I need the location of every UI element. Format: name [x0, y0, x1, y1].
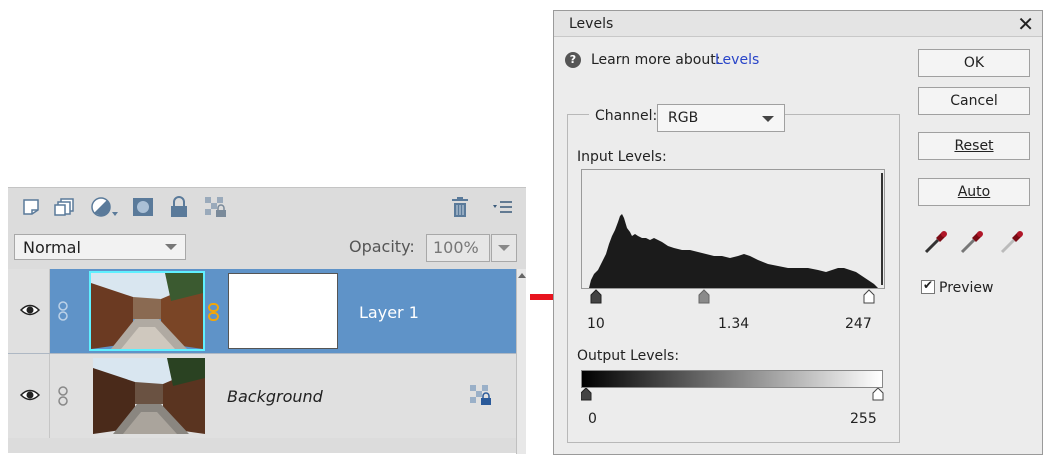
input-white-value[interactable]: 247	[845, 316, 872, 332]
opacity-dropdown-button[interactable]	[491, 234, 517, 262]
layer-name: Layer 1	[359, 303, 419, 322]
close-icon[interactable]: ✕	[1017, 12, 1034, 36]
input-levels-slider[interactable]	[581, 289, 885, 307]
channel-value: RGB	[668, 110, 699, 126]
output-levels-slider[interactable]	[580, 387, 885, 402]
new-layer-icon[interactable]	[20, 196, 42, 218]
layer-mask-icon[interactable]	[132, 196, 154, 218]
layer-row-layer-1[interactable]: Layer 1	[8, 269, 516, 353]
lock-transparency-icon[interactable]	[204, 196, 226, 218]
histogram-clip-line	[881, 173, 883, 285]
visibility-column	[8, 354, 50, 438]
layer-thumbnail[interactable]	[93, 358, 205, 434]
eye-icon[interactable]	[19, 388, 41, 406]
blend-mode-select[interactable]: Normal	[14, 234, 186, 260]
histogram-graph	[589, 214, 878, 288]
help-icon[interactable]: ?	[565, 52, 581, 68]
chevron-down-icon	[165, 244, 177, 250]
black-eyedropper-icon[interactable]	[924, 228, 950, 258]
output-gradient-bar	[581, 370, 883, 388]
link-icon[interactable]	[58, 386, 68, 410]
blend-mode-value: Normal	[23, 238, 81, 257]
eye-icon[interactable]	[19, 303, 41, 321]
layer-thumbnail[interactable]	[89, 271, 205, 351]
delete-layer-icon[interactable]	[449, 196, 471, 218]
dialog-titlebar: Levels ✕	[554, 11, 1042, 37]
auto-button[interactable]: Auto	[918, 178, 1030, 206]
preview-checkbox[interactable]	[921, 278, 935, 294]
layer-row-background[interactable]: Background	[8, 354, 516, 438]
layer-mask-thumbnail[interactable]	[228, 273, 338, 349]
cancel-button[interactable]: Cancel	[918, 87, 1030, 115]
adjustment-layer-icon[interactable]	[90, 196, 120, 218]
ok-button[interactable]: OK	[918, 49, 1030, 77]
panel-menu-icon[interactable]	[492, 196, 514, 218]
mask-link-icon[interactable]	[208, 303, 220, 325]
learn-more-label: Learn more about:	[591, 52, 721, 68]
link-icon[interactable]	[58, 301, 68, 325]
input-levels-label: Input Levels:	[577, 149, 667, 165]
layer-name: Background	[227, 387, 323, 406]
black-point-handle[interactable]	[590, 289, 602, 304]
output-white-value[interactable]: 255	[850, 411, 877, 427]
output-black-handle[interactable]	[580, 387, 592, 401]
white-point-handle[interactable]	[863, 289, 875, 304]
opacity-label: Opacity:	[349, 237, 415, 256]
layers-toolbar	[8, 188, 526, 226]
scroll-up-icon[interactable]	[518, 273, 526, 278]
layers-scrollbar[interactable]	[516, 269, 526, 454]
output-black-value[interactable]: 0	[588, 411, 597, 427]
channel-select[interactable]: RGB	[657, 104, 785, 132]
output-white-handle[interactable]	[872, 387, 884, 401]
output-levels-label: Output Levels:	[577, 348, 680, 364]
lock-icon[interactable]	[469, 384, 493, 410]
chevron-down-icon	[762, 116, 774, 122]
histogram	[581, 169, 885, 289]
white-eyedropper-icon[interactable]	[1000, 228, 1026, 258]
layers-panel: Normal Opacity: 100% Layer 1 Background	[8, 187, 526, 454]
levels-dialog: Levels ✕ ? Learn more about: Levels OK C…	[553, 10, 1043, 455]
gray-eyedropper-icon[interactable]	[960, 228, 986, 258]
input-black-value[interactable]: 10	[587, 316, 605, 332]
input-gamma-value[interactable]: 1.34	[718, 316, 749, 332]
reset-button[interactable]: Reset	[918, 132, 1030, 160]
learn-more-link[interactable]: Levels	[715, 52, 759, 68]
opacity-field[interactable]: 100%	[426, 234, 490, 262]
dialog-title: Levels	[569, 16, 614, 32]
channel-label: Channel:	[589, 108, 664, 124]
visibility-column	[8, 269, 50, 353]
lock-all-icon[interactable]	[168, 196, 190, 218]
new-group-icon[interactable]	[54, 196, 76, 218]
midtone-handle[interactable]	[698, 289, 710, 304]
preview-label: Preview	[939, 280, 994, 296]
